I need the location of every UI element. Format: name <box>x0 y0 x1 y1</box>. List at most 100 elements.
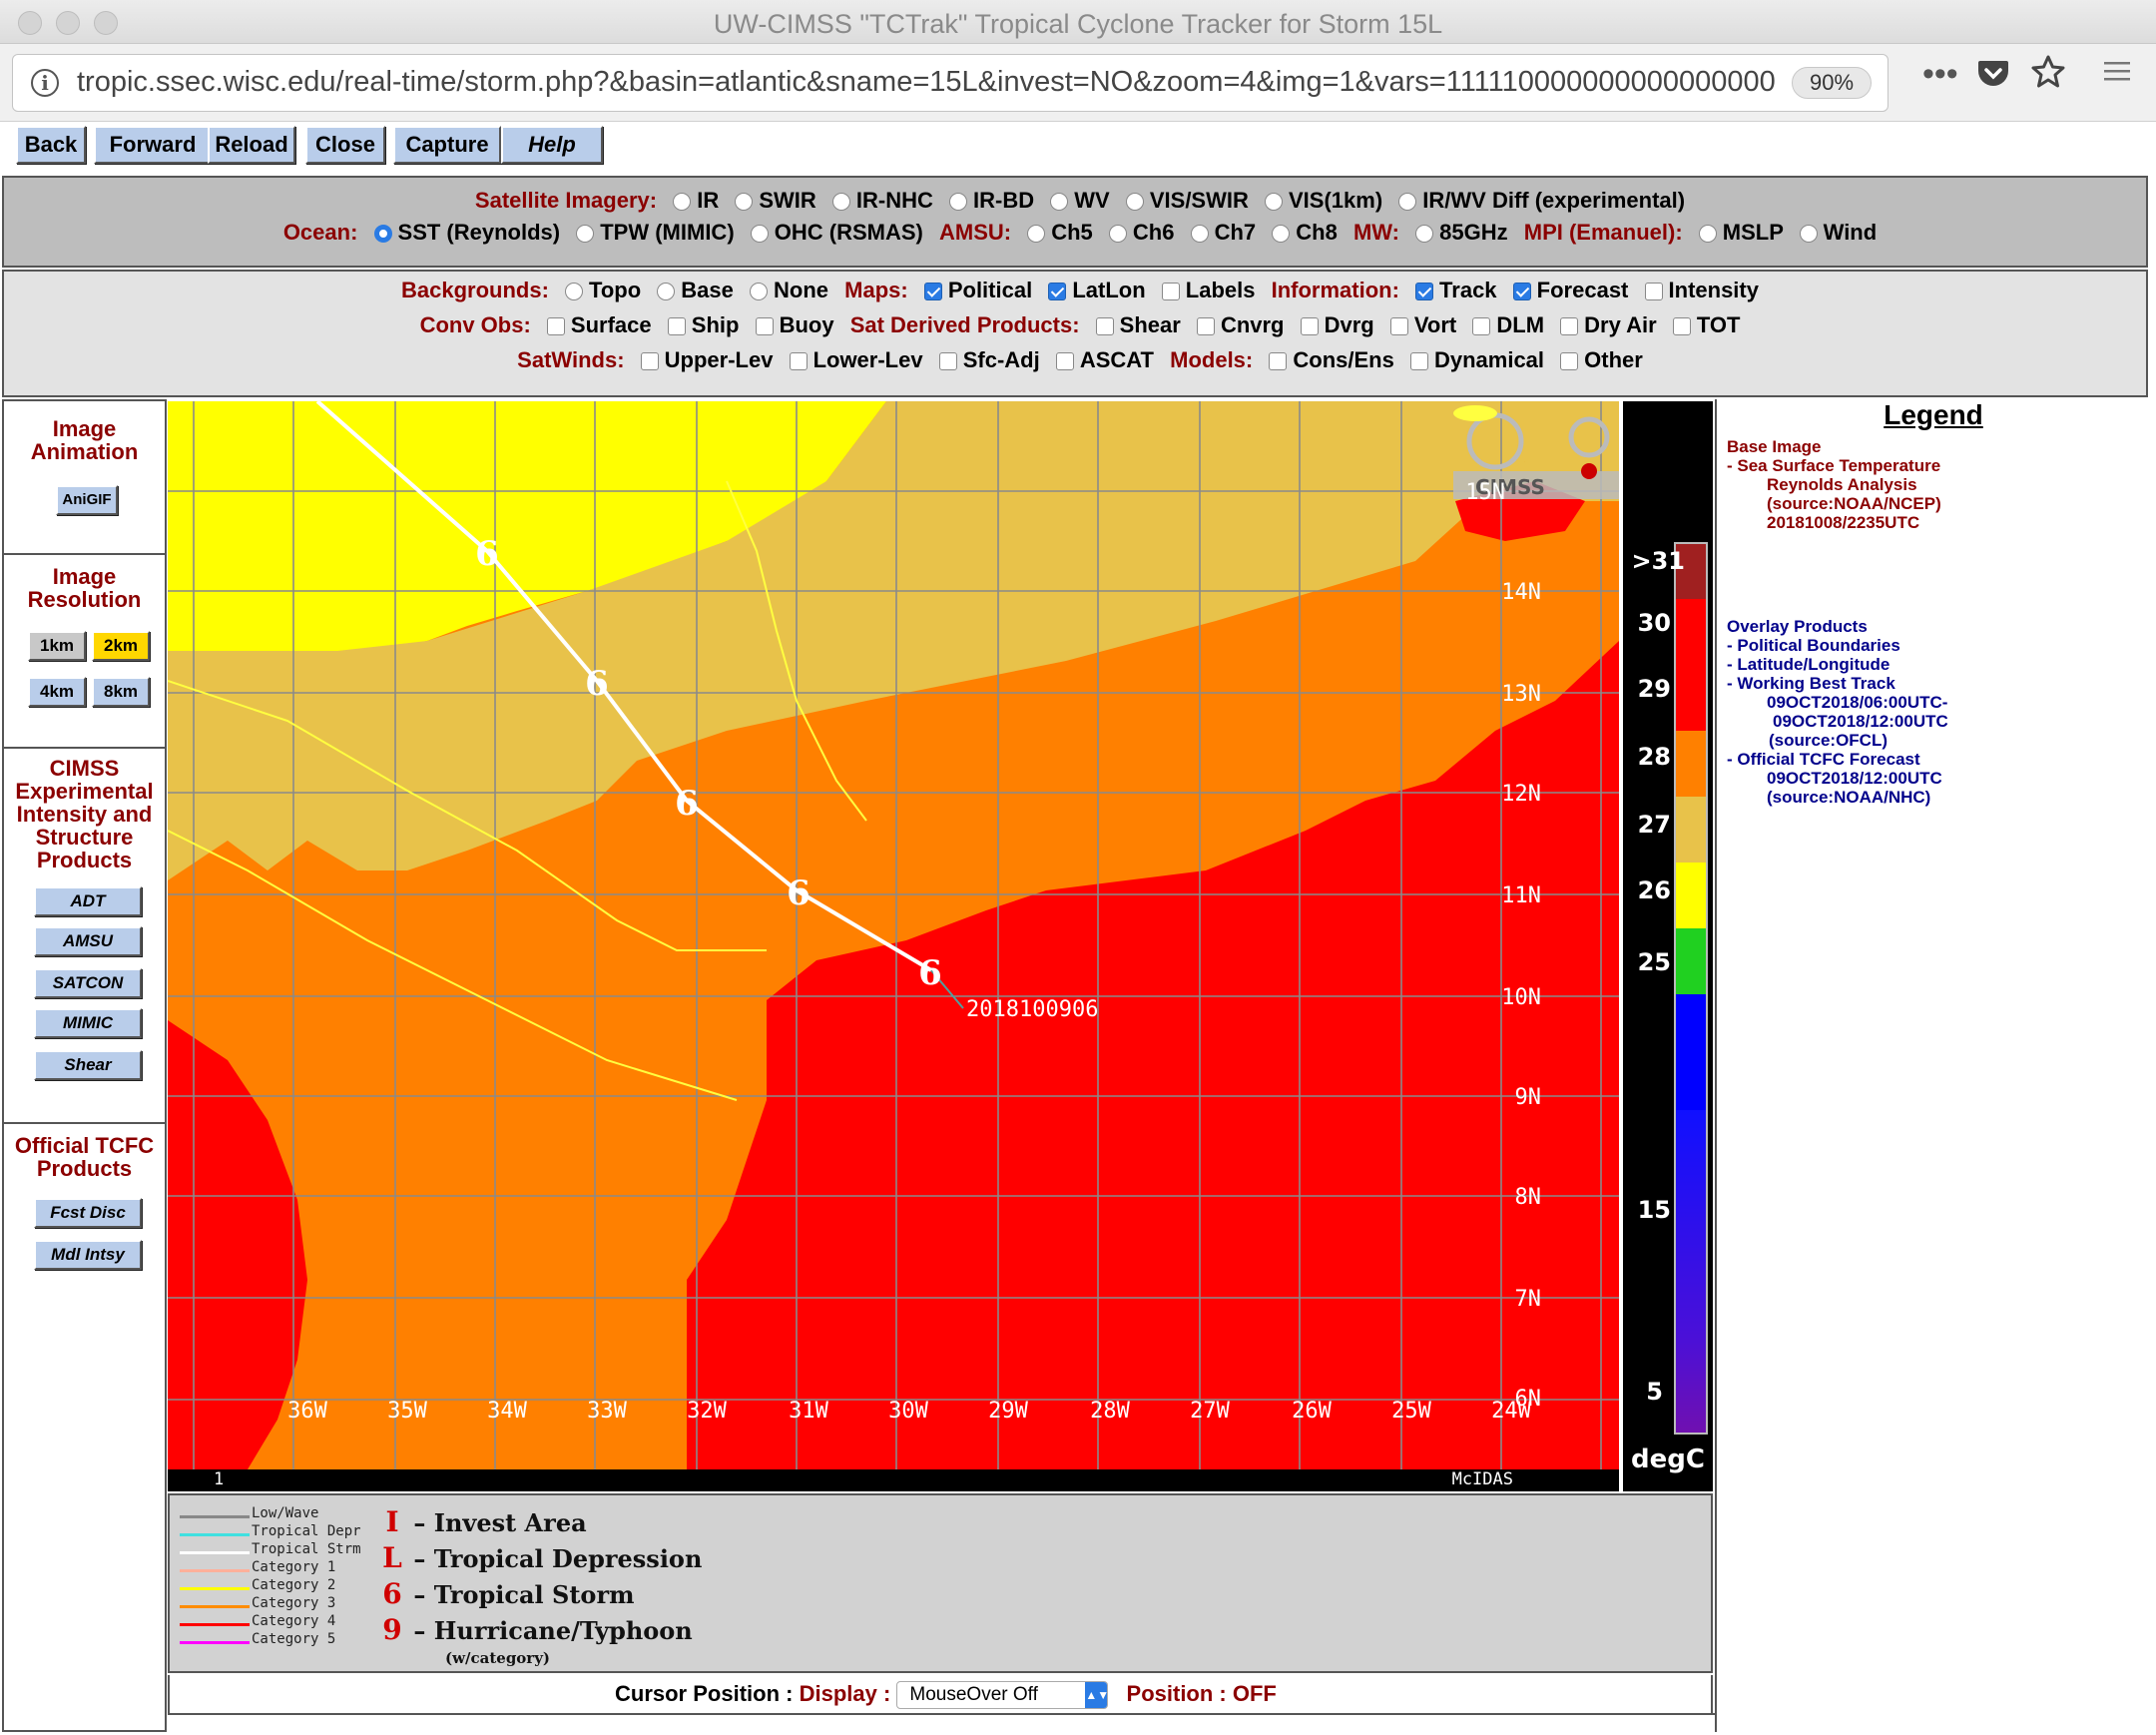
radio-ch6[interactable] <box>1108 225 1127 243</box>
bookmark-star-icon[interactable] <box>2030 54 2066 99</box>
url-text[interactable]: tropic.ssec.wisc.edu/real-time/storm.php… <box>77 66 1784 99</box>
lat-label: 12N <box>1501 782 1541 807</box>
colorbar-swatch <box>1675 928 1707 994</box>
checkbox-forecast[interactable] <box>1512 283 1531 300</box>
back-button[interactable]: Back <box>16 126 86 164</box>
legend-line: - Working Best Track <box>1727 674 1895 693</box>
reload-button[interactable]: Reload <box>208 126 295 164</box>
legend-line: 09OCT2018/12:00UTC <box>1773 712 1948 731</box>
option-label: IR <box>697 188 720 213</box>
shear-button[interactable]: Shear <box>34 1050 142 1080</box>
radio-ir[interactable] <box>673 193 692 211</box>
option-label: LatLon <box>1072 278 1146 302</box>
resolution-2km-button[interactable]: 2km <box>92 631 150 661</box>
fcst-disc-button[interactable]: Fcst Disc <box>34 1198 142 1228</box>
option-label: Buoy <box>779 312 834 337</box>
radio-ch7[interactable] <box>1190 225 1209 243</box>
legend-panel: Legend Base Image - Sea Surface Temperat… <box>1715 399 2148 1732</box>
pocket-icon[interactable] <box>1976 56 2010 99</box>
more-icon[interactable]: ••• <box>1922 54 1958 94</box>
checkbox-cons-ens[interactable] <box>1269 352 1288 370</box>
anigif-button[interactable]: AniGIF <box>56 485 118 515</box>
mcidas-label: McIDAS <box>1451 1469 1513 1489</box>
option-label: WV <box>1074 188 1110 213</box>
checkbox-dry-air[interactable] <box>1560 317 1579 335</box>
checkbox-tot[interactable] <box>1672 317 1691 335</box>
track-label: 2018100906 <box>966 997 1098 1022</box>
legend-line: - Latitude/Longitude <box>1727 655 1890 674</box>
mouseover-select[interactable]: MouseOver Off ▲▼ <box>896 1681 1109 1710</box>
checkbox-upper-lev[interactable] <box>640 352 659 370</box>
forward-button[interactable]: Forward <box>94 126 212 164</box>
radio-none[interactable] <box>750 283 769 300</box>
radio-sst[interactable] <box>373 225 392 243</box>
close-button[interactable]: Close <box>305 126 385 164</box>
checkbox-sfc-adj[interactable] <box>938 352 957 370</box>
radio-ir-nhc[interactable] <box>831 193 850 211</box>
colorbar-swatch <box>1675 863 1707 928</box>
radio-topo[interactable] <box>565 283 584 300</box>
checkbox-dlm[interactable] <box>1472 317 1491 335</box>
url-bar[interactable]: i tropic.ssec.wisc.edu/real-time/storm.p… <box>12 54 1888 112</box>
amsu-button[interactable]: AMSU <box>34 926 142 956</box>
radio-ch8[interactable] <box>1272 225 1291 243</box>
checkbox-buoy[interactable] <box>755 317 774 335</box>
lon-label: 32W <box>687 1399 727 1424</box>
help-button[interactable]: Help <box>501 126 603 164</box>
lat-label: 11N <box>1501 883 1541 908</box>
radio-ch5[interactable] <box>1027 225 1046 243</box>
overlay-panel: Backgrounds: Topo Base None Maps: Politi… <box>2 270 2148 397</box>
tropical-storm-icon: 6 <box>918 953 942 993</box>
checkbox-political[interactable] <box>923 283 942 300</box>
checkbox-intensity[interactable] <box>1644 283 1663 300</box>
menu-icon[interactable] <box>2102 56 2132 96</box>
radio-wv[interactable] <box>1050 193 1069 211</box>
radio-tpw[interactable] <box>576 225 595 243</box>
checkbox-labels[interactable] <box>1161 283 1180 300</box>
radio-ir-wv-diff[interactable] <box>1398 193 1417 211</box>
lat-label: 14N <box>1501 580 1541 605</box>
info-icon[interactable]: i <box>31 69 59 97</box>
legend-swatch <box>180 1569 250 1572</box>
checkbox-lower-lev[interactable] <box>789 352 808 370</box>
legend-item-label: Low/Wave <box>252 1505 319 1521</box>
lon-label: 30W <box>888 1399 928 1424</box>
legend-line: 09OCT2018/06:00UTC- <box>1767 693 1948 712</box>
satcon-button[interactable]: SATCON <box>34 968 142 998</box>
checkbox-latlon[interactable] <box>1048 283 1067 300</box>
checkbox-shear[interactable] <box>1095 317 1114 335</box>
checkbox-ship[interactable] <box>667 317 686 335</box>
checkbox-track[interactable] <box>1415 283 1434 300</box>
map-status-bar: 1 McIDAS <box>168 1469 1619 1491</box>
storm-map[interactable]: 6 6 6 6 6 2018100906 CIMSS 15N 14N 13N 1… <box>168 401 1619 1469</box>
checkbox-vort[interactable] <box>1389 317 1408 335</box>
checkbox-ascat[interactable] <box>1055 352 1074 370</box>
radio-85ghz[interactable] <box>1415 225 1434 243</box>
radio-vis-1km[interactable] <box>1265 193 1283 211</box>
left-sidebar: Image Animation AniGIF Image Resolution … <box>2 399 167 1732</box>
checkbox-surface[interactable] <box>546 317 565 335</box>
capture-button[interactable]: Capture <box>393 126 501 164</box>
radio-ohc[interactable] <box>750 225 769 243</box>
zoom-level-badge[interactable]: 90% <box>1792 67 1872 99</box>
radio-ir-bd[interactable] <box>949 193 968 211</box>
adt-button[interactable]: ADT <box>34 886 142 916</box>
resolution-8km-button[interactable]: 8km <box>92 677 150 707</box>
radio-vis-swir[interactable] <box>1125 193 1144 211</box>
resolution-1km-button[interactable]: 1km <box>28 631 86 661</box>
checkbox-dynamical[interactable] <box>1409 352 1428 370</box>
radio-swir[interactable] <box>735 193 754 211</box>
radio-base[interactable] <box>657 283 676 300</box>
radio-wind[interactable] <box>1799 225 1818 243</box>
option-label: Base <box>681 278 734 302</box>
satellite-label: Satellite Imagery: <box>474 188 658 213</box>
resolution-4km-button[interactable]: 4km <box>28 677 86 707</box>
mdl-intsy-button[interactable]: Mdl Intsy <box>34 1240 142 1270</box>
option-label: Other <box>1584 347 1643 372</box>
checkbox-dvrg[interactable] <box>1300 317 1319 335</box>
checkbox-cnvrg[interactable] <box>1196 317 1215 335</box>
lat-label: 9N <box>1515 1085 1542 1110</box>
checkbox-other[interactable] <box>1560 352 1579 370</box>
radio-mslp[interactable] <box>1698 225 1717 243</box>
mimic-button[interactable]: MIMIC <box>34 1008 142 1038</box>
